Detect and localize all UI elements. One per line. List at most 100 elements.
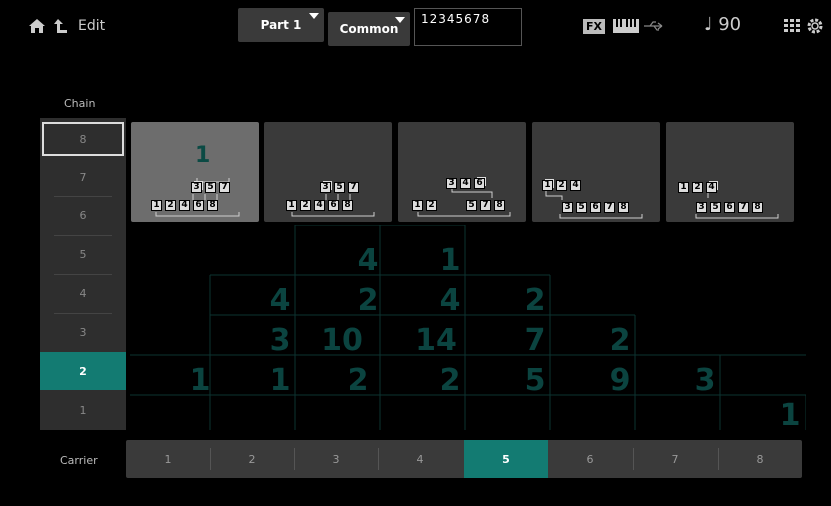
operator-2: 2 (556, 180, 567, 191)
top-bar: Edit Part 1 Common 12345678 FX ♩ 90 (0, 0, 831, 56)
carrier-item-2[interactable]: 2 (210, 440, 294, 478)
chain-item-4[interactable]: 4 (40, 274, 126, 312)
operator-7: 7 (480, 200, 491, 211)
operator-1: 1 (412, 200, 423, 211)
operator-5: 5 (710, 202, 721, 213)
operator-5: 5 (334, 182, 345, 193)
carrier-item-7[interactable]: 7 (633, 440, 717, 478)
chain-item-7[interactable]: 7 (40, 158, 126, 196)
grid-digit: 3 (695, 363, 716, 398)
operator-8: 8 (207, 200, 218, 211)
operator-8: 8 (618, 202, 629, 213)
keyboard-icon (612, 15, 640, 37)
edit-label: Edit (78, 18, 106, 34)
operator-2: 2 (165, 200, 176, 211)
operator-4: 4 (179, 200, 190, 211)
operator-4: 4 (570, 180, 581, 191)
operator-3: 3 (696, 202, 707, 213)
operator-8: 8 (342, 200, 353, 211)
common-selector[interactable]: Common (328, 12, 410, 46)
operator-2: 2 (692, 182, 703, 193)
grid-digit: 7 (525, 323, 546, 358)
back-up-icon[interactable] (50, 15, 72, 37)
dropdown-arrow-icon (395, 17, 405, 23)
algorithm-thumb-3[interactable]: 1 2 5 7 8 3 4 6 (398, 122, 526, 222)
grid-digit: 2 (440, 363, 461, 398)
operator-6: 6 (590, 202, 601, 213)
carrier-item-8[interactable]: 8 (718, 440, 802, 478)
chain-heading: Chain (64, 97, 96, 110)
grid-menu-icon[interactable] (781, 15, 803, 37)
carrier-item-6[interactable]: 6 (548, 440, 632, 478)
grid-digit: 9 (610, 363, 631, 398)
tempo-display[interactable]: ♩ 90 (704, 14, 741, 35)
operator-3: 3 (320, 182, 331, 193)
algorithm-thumb-1[interactable]: 1 1 2 4 6 8 3 5 7 (131, 122, 259, 222)
carrier-item-5[interactable]: 5 (464, 440, 548, 478)
operator-switch-box[interactable]: 12345678 (414, 8, 522, 46)
common-label: Common (339, 22, 399, 36)
operator-6: 6 (328, 200, 339, 211)
chain-item-2[interactable]: 2 (40, 352, 126, 390)
algorithm-thumb-4[interactable]: 1 2 4 3 5 6 7 8 (532, 122, 660, 222)
fx-icon[interactable]: FX (583, 19, 605, 34)
grid-digit: 2 (348, 363, 369, 398)
grid-digit: 2 (358, 283, 379, 318)
grid-digit: 1 (780, 398, 801, 430)
operator-5: 5 (576, 202, 587, 213)
carrier-item-3[interactable]: 3 (294, 440, 378, 478)
home-icon[interactable] (26, 15, 48, 37)
grid-digit: 14 (415, 323, 457, 358)
carrier-label: Carrier (60, 454, 98, 467)
operator-3: 3 (562, 202, 573, 213)
operator-4: 4 (706, 182, 717, 193)
grid-digit: 2 (610, 323, 631, 358)
carrier-item-1[interactable]: 1 (126, 440, 210, 478)
chain-item-8[interactable]: 8 (42, 122, 124, 156)
operator-2: 2 (426, 200, 437, 211)
part-label: Part 1 (260, 18, 302, 32)
operator-6: 6 (724, 202, 735, 213)
algorithm-count-grid: 1 1 2 4 3 4 2 10 2 4 1 14 2 7 5 2 9 3 1 (130, 225, 806, 430)
operator-7: 7 (348, 182, 359, 193)
operator-3: 3 (191, 182, 202, 193)
operator-4: 4 (460, 178, 471, 189)
operator-8: 8 (752, 202, 763, 213)
carrier-selector: 1 2 3 4 5 6 7 8 (126, 440, 802, 478)
operator-numbers: 12345678 (421, 12, 491, 26)
algorithm-thumb-5[interactable]: 1 2 4 3 5 6 7 8 (666, 122, 794, 222)
operator-7: 7 (219, 182, 230, 193)
operator-1: 1 (286, 200, 297, 211)
operator-1: 1 (151, 200, 162, 211)
operator-1: 1 (678, 182, 689, 193)
grid-digit: 5 (525, 363, 546, 398)
operator-2: 2 (300, 200, 311, 211)
grid-digit: 1 (440, 243, 461, 278)
grid-digit: 1 (190, 363, 211, 398)
operator-7: 7 (604, 202, 615, 213)
operator-6: 6 (474, 178, 485, 189)
operator-7: 7 (738, 202, 749, 213)
operator-1: 1 (542, 180, 553, 191)
operator-5: 5 (466, 200, 477, 211)
grid-lines: 1 1 2 4 3 4 2 10 2 4 1 14 2 7 5 2 9 3 1 (130, 225, 806, 430)
gear-icon[interactable] (804, 15, 826, 37)
carrier-item-4[interactable]: 4 (378, 440, 462, 478)
grid-digit: 1 (270, 363, 291, 398)
grid-digit: 10 (321, 323, 363, 358)
svg-text:1: 1 (195, 143, 210, 168)
dropdown-arrow-icon (309, 13, 319, 19)
usb-icon (642, 15, 668, 37)
chain-item-6[interactable]: 6 (40, 196, 126, 234)
chain-item-5[interactable]: 5 (40, 235, 126, 273)
grid-digit: 3 (270, 323, 291, 358)
chain-selector: 8 7 6 5 4 3 2 1 (40, 118, 126, 430)
operator-5: 5 (205, 182, 216, 193)
operator-6: 6 (193, 200, 204, 211)
grid-digit: 4 (440, 283, 461, 318)
chain-item-3[interactable]: 3 (40, 313, 126, 351)
grid-digit: 4 (270, 283, 291, 318)
algorithm-thumb-2[interactable]: 1 2 4 6 8 3 5 7 (264, 122, 392, 222)
chain-item-1[interactable]: 1 (40, 391, 126, 429)
part-selector[interactable]: Part 1 (238, 8, 324, 42)
